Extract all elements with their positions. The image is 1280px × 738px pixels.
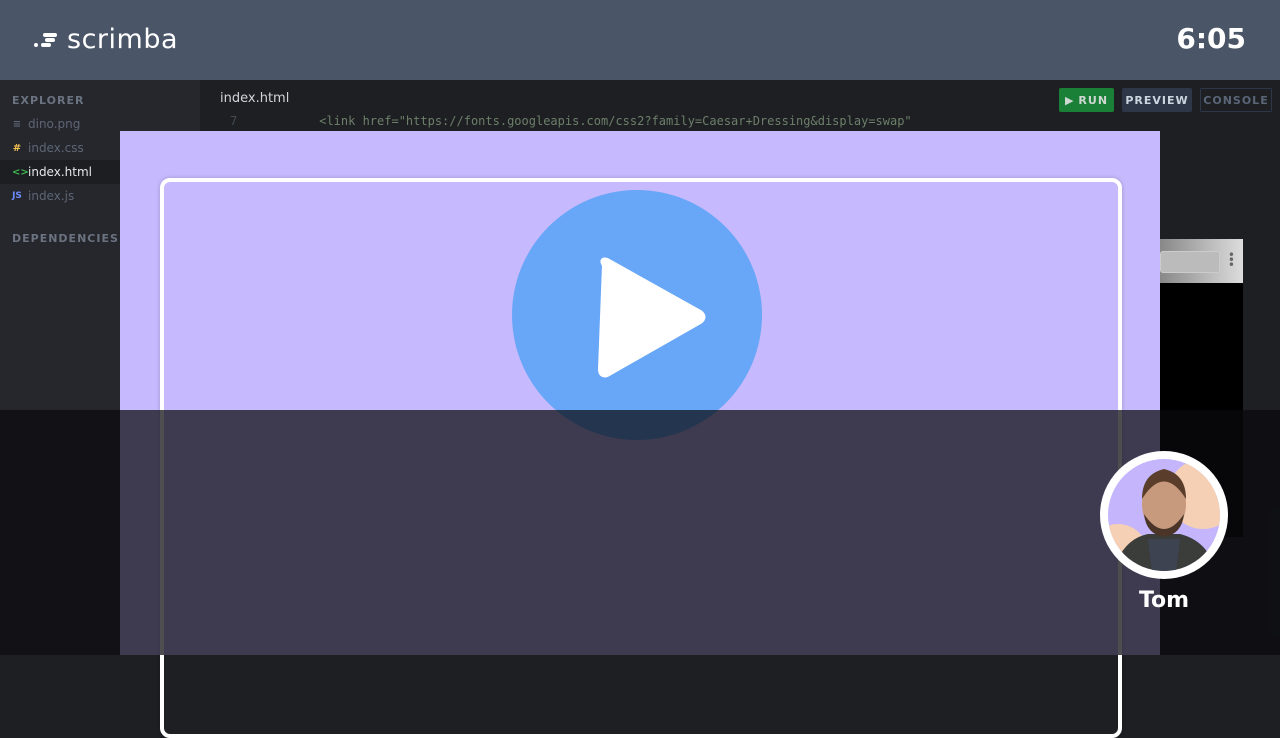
run-button[interactable]: ▶ RUN	[1059, 88, 1114, 112]
play-icon: ▶	[1064, 93, 1075, 107]
file-name: index.html	[28, 165, 92, 179]
tab-index-html[interactable]: index.html	[220, 91, 289, 106]
timer: 6:05	[1176, 22, 1246, 55]
file-name: index.css	[28, 141, 84, 155]
scrimba-logo[interactable]: scrimba	[33, 24, 178, 55]
hash-icon: #	[12, 142, 22, 154]
dependencies-heading: DEPENDENCIES	[12, 232, 119, 245]
code-icon: <>	[12, 166, 29, 178]
code-line[interactable]: 7 <link href="https://fonts.googleapis.co…	[230, 114, 912, 128]
lines-icon: ≡	[12, 118, 22, 130]
code-text: <link href="https://fonts.googleapis.com…	[319, 114, 912, 128]
presenter-photo	[1108, 459, 1220, 571]
explorer-heading: EXPLORER	[12, 94, 85, 107]
play-icon	[598, 257, 706, 378]
play-button[interactable]	[512, 190, 762, 440]
line-number: 7	[230, 114, 238, 128]
presenter-name: Tom	[1138, 588, 1190, 613]
brand-name: scrimba	[67, 24, 178, 55]
run-label: RUN	[1078, 93, 1109, 107]
file-name: index.js	[28, 189, 75, 203]
preview-button[interactable]: PREVIEW	[1122, 88, 1192, 112]
file-name: dino.png	[28, 117, 81, 131]
avatar	[1100, 451, 1228, 579]
scrimba-logo-icon	[34, 32, 57, 47]
url-bar[interactable]	[1160, 251, 1220, 273]
browser-toolbar: • • •	[1160, 239, 1243, 283]
js-icon: JS	[12, 191, 22, 201]
top-bar: scrimba 6:05	[0, 0, 1280, 80]
console-button[interactable]: CONSOLE	[1200, 88, 1272, 112]
dim-overlay	[0, 410, 1280, 655]
kebab-menu-icon[interactable]: • • •	[1228, 249, 1235, 271]
